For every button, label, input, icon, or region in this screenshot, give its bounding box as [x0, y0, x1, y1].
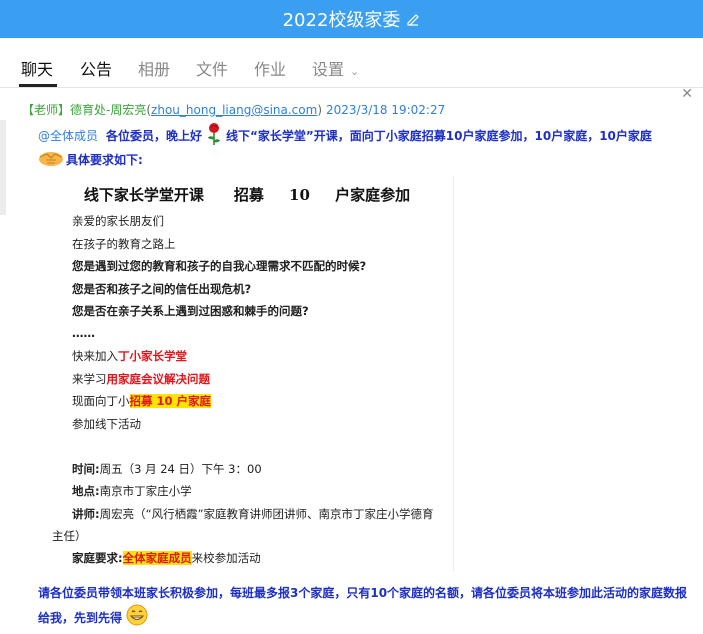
- group-title: 2022校级家委: [282, 10, 401, 31]
- poster-recruit-prefix: 现面向丁小: [72, 394, 130, 408]
- message-line-2: 具体要求如下:: [38, 148, 143, 171]
- greeting-text: 各位委员，晚上好: [106, 129, 203, 143]
- poster-attend-line: 参加线下活动: [72, 417, 141, 431]
- active-tab-indicator: [19, 84, 57, 87]
- poster-requirement-line: 家庭要求:全体家庭成员来校参加活动: [72, 550, 261, 566]
- poster-question-1: 您是遇到过您的教育和孩子的自我心理需求不匹配的时候?: [72, 259, 367, 273]
- message-line-1: @全体成员 各位委员，晚上好 线下“家长学堂”开课，面向丁小家庭招募10户家庭参…: [38, 122, 652, 149]
- tab-album[interactable]: 相册: [138, 56, 170, 80]
- poster-requirement-suffix: 来校参加活动: [191, 551, 261, 565]
- poster-learn-prefix: 来学习: [72, 372, 107, 386]
- title-bar: 2022校级家委: [0, 0, 703, 38]
- poster-question-3: 您是否在亲子关系上遇到过困惑和棘手的问题?: [72, 304, 309, 318]
- poster-place-value: 南京市丁家庄小学: [99, 484, 192, 498]
- poster-recruit-line: 现面向丁小招募 10 户家庭: [72, 393, 212, 409]
- poster-time-label: 时间:: [72, 462, 100, 476]
- close-icon[interactable]: ✕: [681, 86, 693, 102]
- poster-join-prefix: 快来加入: [72, 349, 118, 363]
- tab-settings-label: 设置: [312, 60, 345, 79]
- tab-homework[interactable]: 作业: [254, 56, 286, 80]
- mention-all[interactable]: @全体成员: [38, 127, 98, 144]
- edit-title-icon[interactable]: [406, 12, 420, 26]
- sender-email[interactable]: zhou_hong_liang@sina.com: [151, 103, 317, 117]
- requirements-heading: 具体要求如下:: [66, 153, 143, 167]
- tab-settings[interactable]: 设置 ⌄: [312, 56, 359, 80]
- message-footer: 请各位委员带领本班家长积极参加，每班最多报3个家庭，只有10个家庭的名额，请各位…: [38, 582, 690, 633]
- tab-files[interactable]: 文件: [196, 56, 228, 80]
- poster-requirement-label: 家庭要求:: [72, 551, 123, 565]
- sender-role: 【老师】: [22, 103, 71, 117]
- poster-lecturer-continued: 主任）: [52, 529, 87, 543]
- poster-requirement-highlight: 全体家庭成员: [122, 551, 192, 565]
- poster-lecturer-value: 周宏亮（“风行栖霞”家庭教育讲师团讲师、南京市丁家庄小学德育: [99, 507, 434, 521]
- handshake-emoji-icon: [38, 148, 64, 171]
- tab-announcements[interactable]: 公告: [80, 56, 112, 80]
- poster-learn-highlight: 用家庭会议解决问题: [106, 372, 211, 386]
- clipped-previous-message: [40, 80, 44, 90]
- tab-chat[interactable]: 聊天: [21, 56, 53, 80]
- message-timestamp: 2023/3/18 19:02:27: [326, 103, 446, 117]
- poster-greeting: 亲爱的家长朋友们: [72, 214, 164, 228]
- poster-title: 线下家长学堂开课 招募 10 户家庭参加: [83, 186, 411, 204]
- poster-place-line: 地点:南京市丁家庄小学: [72, 483, 192, 499]
- poster-intro: 在孩子的教育之路上: [72, 237, 176, 251]
- poster-image[interactable]: 线下家长学堂开课 招募 10 户家庭参加 亲爱的家长朋友们 在孩子的教育之路上 …: [40, 176, 454, 571]
- poster-place-label: 地点:: [72, 484, 100, 498]
- poster-question-2: 您是否和孩子之间的信任出现危机?: [72, 282, 252, 296]
- rose-emoji-icon: [206, 122, 222, 149]
- chevron-down-icon: ⌄: [350, 65, 360, 78]
- poster-time-line: 时间:周五（3 月 24 日）下午 3：00: [72, 461, 262, 477]
- announcement-text: 线下“家长学堂”开课，面向丁小家庭招募10户家庭参加，10户家庭，10户家庭: [226, 129, 652, 143]
- tab-bar: 聊天 公告 相册 文件 作业 设置 ⌄: [0, 38, 703, 88]
- poster-recruit-highlight: 招募 10 户家庭: [129, 394, 212, 408]
- sender-name[interactable]: 德育处-周宏亮: [70, 103, 146, 117]
- left-scroll-strip: [0, 120, 6, 215]
- poster-lecturer-line: 讲师:周宏亮（“风行栖霞”家庭教育讲师团讲师、南京市丁家庄小学德育: [72, 506, 434, 522]
- poster-learn-line: 来学习用家庭会议解决问题: [72, 371, 210, 387]
- poster-time-value: 周五（3 月 24 日）下午 3：00: [99, 462, 262, 476]
- grin-emoji-icon: [126, 604, 148, 633]
- poster-join-line: 快来加入丁小家长学堂: [72, 348, 187, 364]
- message-header: 【老师】德育处-周宏亮(zhou_hong_liang@sina.com) 202…: [22, 103, 446, 117]
- poster-join-highlight: 丁小家长学堂: [118, 349, 187, 363]
- poster-lecturer-label: 讲师:: [72, 507, 100, 521]
- poster-ellipsis: ……: [72, 326, 95, 340]
